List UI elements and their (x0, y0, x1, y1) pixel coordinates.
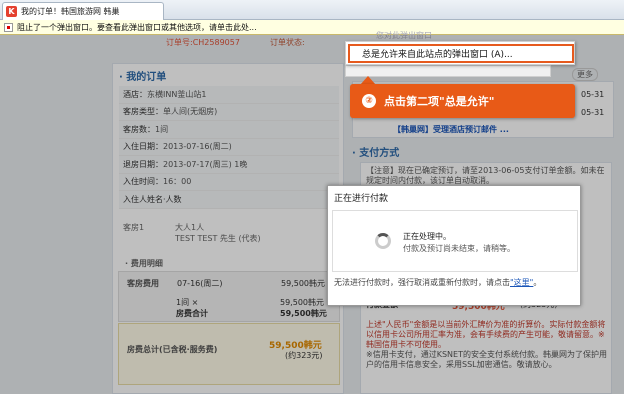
always-allow-popups-item[interactable]: 总是允许来自此站点的弹出窗口 (A)... (348, 44, 574, 63)
callout-text: 点击第二项"总是允许" (384, 95, 495, 108)
browser-tab[interactable]: K 我的订单！韩国旅游网 韩巢 (2, 2, 164, 20)
step-number-badge: ② (362, 94, 376, 108)
tutorial-callout: ② 点击第二项"总是允许" (350, 84, 575, 118)
tab-title: 我的订单！韩国旅游网 韩巢 (21, 7, 120, 16)
dialog-footer-text: 无法进行付款时，强行取消或重新付款时，请点击 (334, 278, 510, 287)
payment-processing-dialog: 正在进行付款 正在处理中。 付款及预订尚未结束，请稍等。 无法进行付款时，强行取… (327, 185, 581, 306)
popup-blocked-infobar[interactable]: 阻止了一个弹出窗口。要查看此弹出窗口或其他选项，请单击此处... (0, 20, 624, 35)
dialog-title: 正在进行付款 (334, 194, 389, 204)
dialog-body: 正在处理中。 付款及预订尚未结束，请稍等。 (332, 210, 578, 272)
dialog-footer: 无法进行付款时，强行取消或重新付款时，请点击"这里"。 (334, 278, 576, 288)
browser-tab-bar: K 我的订单！韩国旅游网 韩巢 (0, 0, 624, 20)
dialog-footer-end: 。 (533, 278, 542, 287)
infobar-text: 阻止了一个弹出窗口。要查看此弹出窗口或其他选项，请单击此处... (17, 22, 257, 32)
loading-spinner-icon (375, 233, 391, 249)
popup-context-menu: 总是允许来自此站点的弹出窗口 (A)... (345, 41, 575, 65)
processing-subtext: 付款及预订尚未结束，请稍等。 (403, 244, 515, 253)
retry-link[interactable]: "这里" (510, 278, 533, 287)
processing-text: 正在处理中。 (403, 232, 451, 241)
site-favicon-icon: K (6, 6, 17, 17)
popup-blocked-icon (4, 22, 13, 32)
